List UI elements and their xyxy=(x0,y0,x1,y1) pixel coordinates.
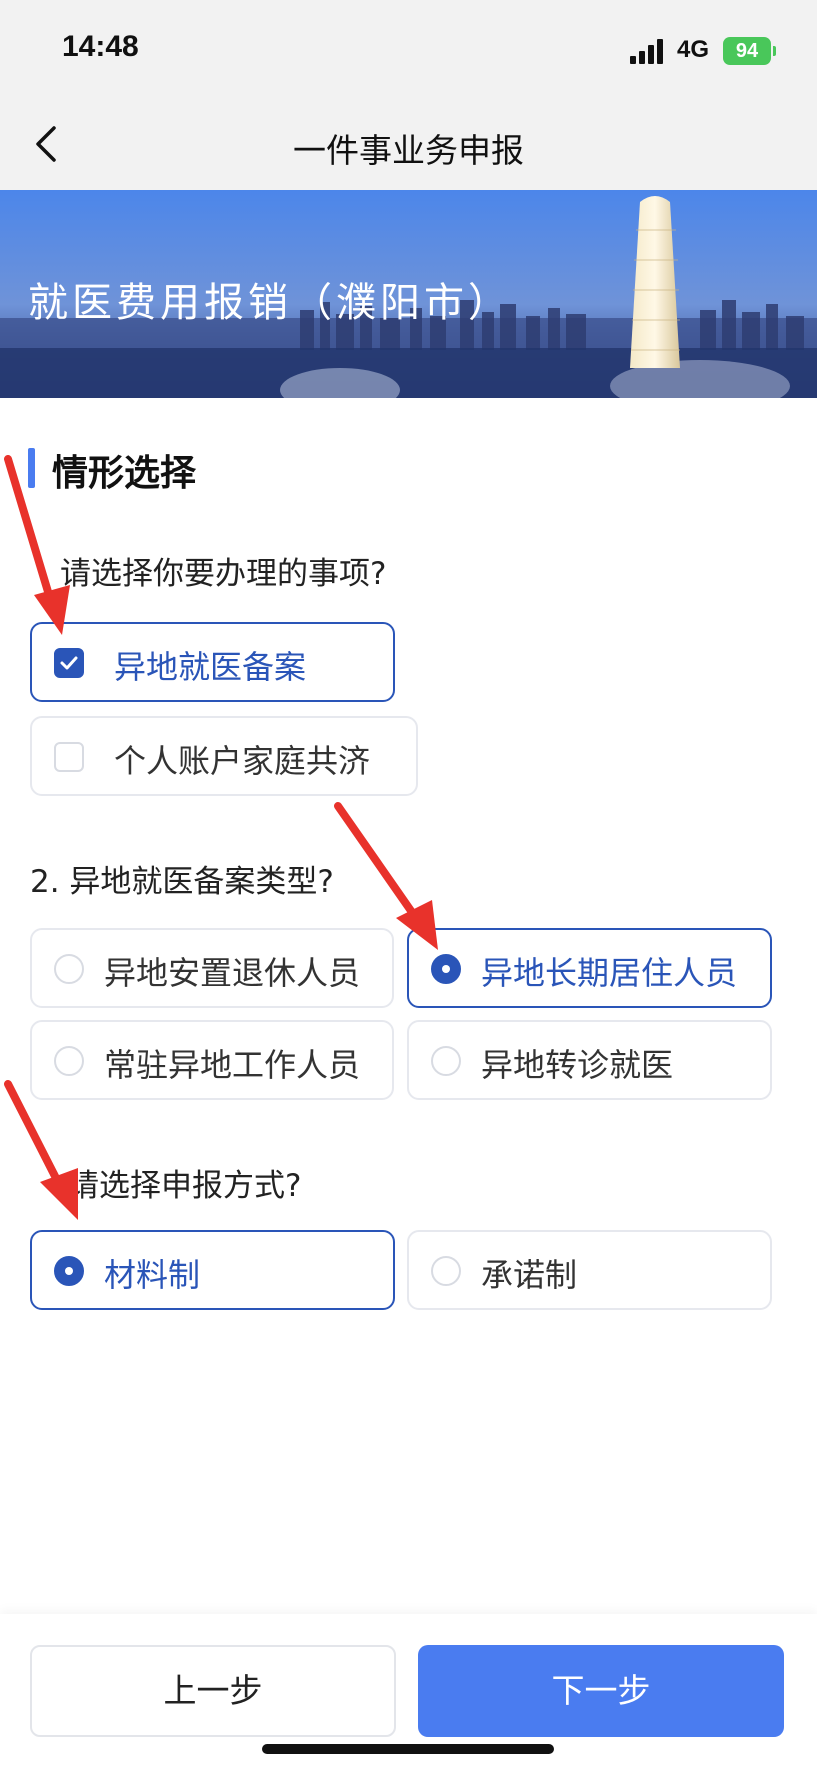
radio-unchecked-icon[interactable] xyxy=(431,1256,461,1286)
option-material-based[interactable]: 材料制 xyxy=(30,1230,395,1310)
radio-checked-icon[interactable] xyxy=(54,1256,84,1286)
option-long-term-resident[interactable]: 异地长期居住人员 xyxy=(407,928,772,1008)
battery-icon: 94 xyxy=(723,37,776,65)
banner: 就医费用报销（濮阳市） xyxy=(0,190,817,398)
home-indicator xyxy=(262,1744,554,1754)
annotation-arrow-icon xyxy=(4,1080,78,1220)
option-family-account-sharing[interactable]: 个人账户家庭共济 xyxy=(30,716,418,796)
option-commitment-based[interactable]: 承诺制 xyxy=(407,1230,772,1310)
option-label: 异地长期居住人员 xyxy=(481,954,738,992)
question-1-text: 请选择你要办理的事项? xyxy=(60,556,387,592)
status-time: 14:48 xyxy=(62,30,139,63)
option-label: 异地转诊就医 xyxy=(481,1046,674,1084)
checkbox-unchecked-icon[interactable] xyxy=(54,742,84,772)
status-bar: 14:48 4G 94 xyxy=(0,0,817,100)
option-label: 材料制 xyxy=(104,1256,201,1294)
radio-unchecked-icon[interactable] xyxy=(431,1046,461,1076)
option-referral-treatment[interactable]: 异地转诊就医 xyxy=(407,1020,772,1100)
navigation-bar: 一件事业务申报 xyxy=(0,100,817,190)
previous-step-button[interactable]: 上一步 xyxy=(30,1645,396,1737)
question-2-text: 2. 异地就医备案类型? xyxy=(30,864,334,900)
page-title: 一件事业务申报 xyxy=(293,131,524,170)
network-label: 4G xyxy=(677,36,710,63)
banner-title: 就医费用报销（濮阳市） xyxy=(28,280,512,326)
signal-icon xyxy=(630,38,668,64)
radio-unchecked-icon[interactable] xyxy=(54,954,84,984)
option-remote-medical-filing[interactable]: 异地就医备案 xyxy=(30,622,395,702)
option-label: 异地安置退休人员 xyxy=(104,954,361,992)
option-label: 个人账户家庭共济 xyxy=(114,742,371,780)
question-3-text: 请选择申报方式? xyxy=(68,1168,302,1204)
annotation-arrow-icon xyxy=(4,455,70,635)
option-label: 常驻异地工作人员 xyxy=(104,1046,361,1084)
option-label: 异地就医备案 xyxy=(114,648,307,686)
radio-unchecked-icon[interactable] xyxy=(54,1046,84,1076)
annotation-arrow-icon xyxy=(334,802,438,950)
next-step-button[interactable]: 下一步 xyxy=(418,1645,784,1737)
option-label: 承诺制 xyxy=(481,1256,578,1294)
